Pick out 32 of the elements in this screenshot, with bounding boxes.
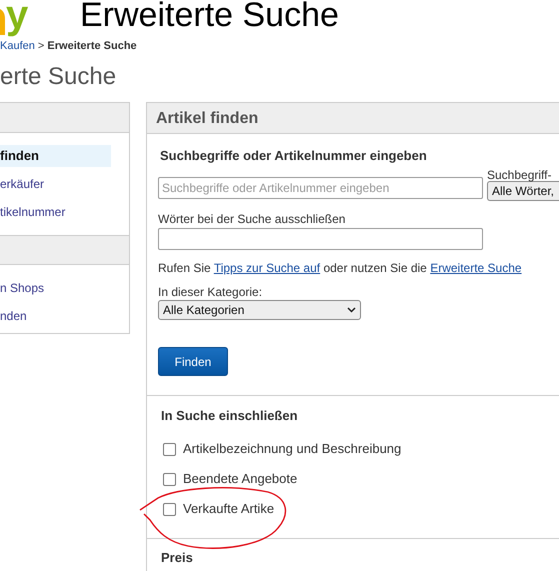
match-dropdown[interactable]: Alle Wörter,	[487, 181, 559, 201]
checkbox[interactable]	[163, 472, 176, 486]
tips-sentence: Rufen Sie Tipps zur Suche auf oder nutzen Sie die Erweiterte Suche	[158, 260, 523, 276]
breadcrumb-current: Erweiterte Suche	[47, 40, 137, 52]
section-title: Preis	[161, 549, 194, 567]
sidebar-item[interactable]: finden	[0, 145, 111, 167]
breadcrumb-separator: >	[36, 40, 46, 52]
sidebar-item[interactable]: n Shops	[0, 277, 111, 299]
field-label: In dieser Kategorie:	[158, 284, 264, 299]
field-label: Wörter bei der Suche ausschließen	[158, 211, 346, 226]
category-dropdown[interactable]: Alle Kategorien	[158, 300, 361, 320]
find-button[interactable]: Finden	[158, 347, 228, 376]
page-title: Erweiterte Suche	[80, 0, 339, 35]
section-title: In Suche einschließen	[161, 407, 299, 425]
sidebar-item[interactable]: tikelnummer	[0, 201, 111, 223]
panel-title: Artikel finden	[147, 103, 559, 134]
text-link[interactable]: Erweiterte Suche	[430, 261, 522, 275]
checkbox-label: Artikelbezeichnung und Beschreibung	[183, 440, 402, 458]
exclude-field[interactable]	[158, 228, 483, 250]
field-label: Suchbegriffe oder Artikelnummer eingeben	[159, 147, 428, 165]
checkbox[interactable]	[163, 502, 176, 516]
sidebar-item[interactable]: nden	[0, 305, 111, 327]
chevron-down-icon	[347, 307, 356, 313]
checkbox-label: Beendete Angebote	[183, 470, 298, 488]
checkbox-label: Verkaufte Artike	[183, 500, 274, 518]
field-label: Suchbegriff-	[487, 167, 552, 181]
breadcrumb-link[interactable]: Kaufen	[0, 40, 35, 52]
search-field[interactable]: Suchbegriffe oder Artikelnummer eingeben	[158, 177, 483, 199]
sidebar-item[interactable]: erkäufer	[0, 173, 111, 195]
page-heading: erte Suche	[0, 63, 118, 91]
checkbox[interactable]	[163, 442, 176, 456]
text-link[interactable]: Tipps zur Suche auf	[214, 261, 320, 275]
